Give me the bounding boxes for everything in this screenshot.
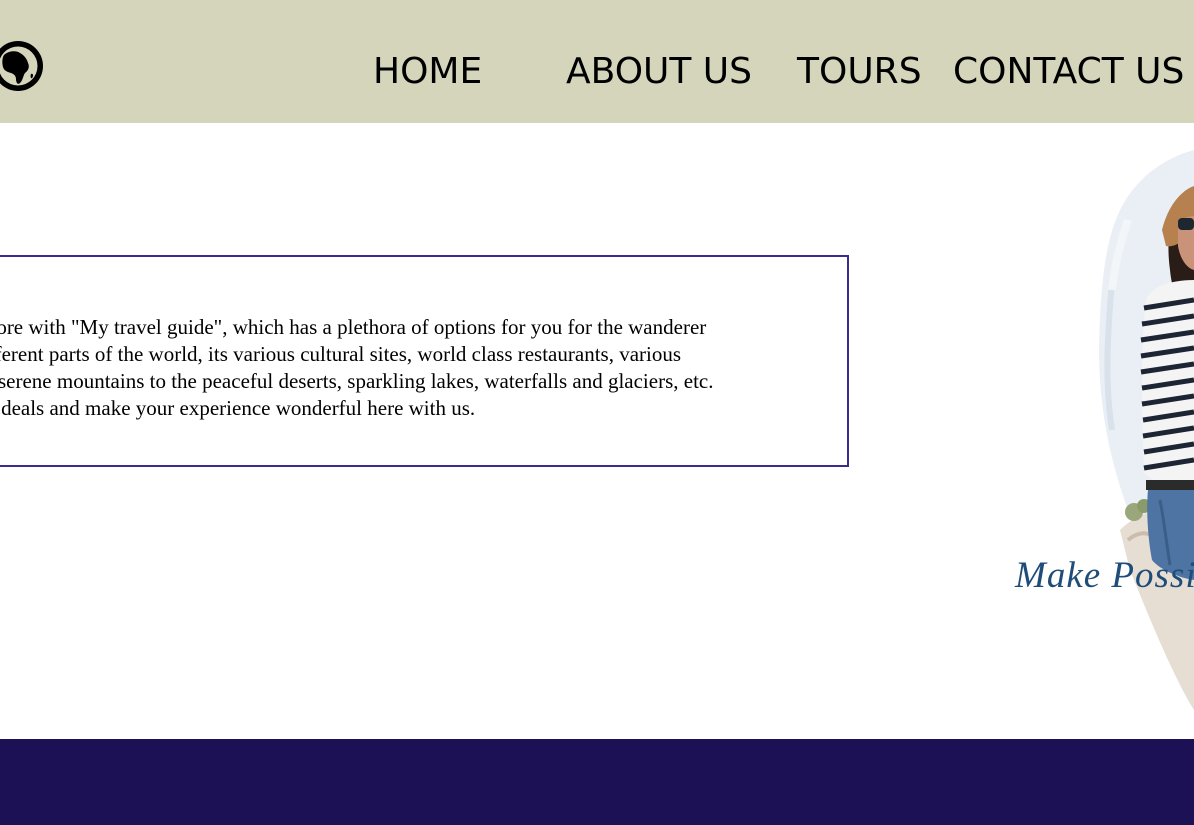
nav-contact-us-link[interactable]: CONTACT US [953,50,1184,94]
intro-text-box: efore with "My travel guide", which has … [0,255,849,467]
site-header: HOME ABOUT US TOURS CONTACT US [0,0,1194,123]
nav-about-us-link[interactable]: ABOUT US [566,50,752,94]
intro-line: fferent parts of the world, its various … [0,342,682,366]
intro-paragraph: efore with "My travel guide", which has … [0,314,713,422]
intro-line: serene mountains to the peaceful deserts… [0,369,714,393]
intro-line: t deals and make your experience wonderf… [0,396,476,420]
site-footer [0,739,1194,825]
nav-home-link[interactable]: HOME [373,50,482,94]
hero-tagline: Make Possi [1015,555,1194,596]
hero-traveler-image [1000,140,1194,710]
intro-line: efore with "My travel guide", which has … [0,315,707,339]
globe-africa-icon[interactable] [0,33,46,99]
nav-tours-link[interactable]: TOURS [797,50,922,94]
